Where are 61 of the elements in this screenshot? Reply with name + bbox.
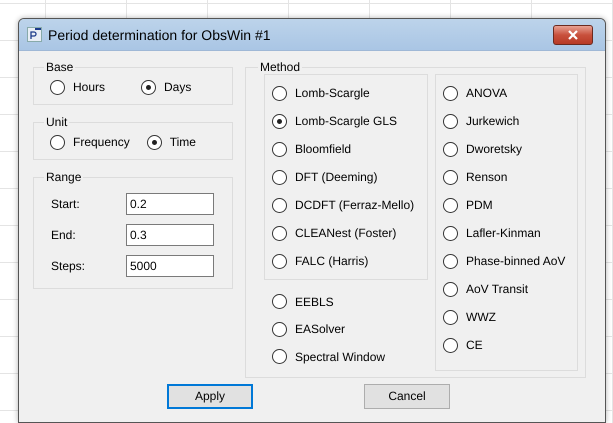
radio-option[interactable]: EASolver xyxy=(272,316,428,343)
group-label: Base xyxy=(45,60,74,74)
radio-label: Jurkewich xyxy=(466,114,520,128)
radio-label: Hours xyxy=(73,80,106,94)
radio-label: DCDFT (Ferraz-Mello) xyxy=(295,198,414,212)
radio-option[interactable]: DFT (Deeming) xyxy=(272,163,421,191)
group-label: Range xyxy=(45,170,82,184)
radio-label: FALC (Harris) xyxy=(295,254,368,268)
radio-option[interactable]: DCDFT (Ferraz-Mello) xyxy=(272,191,421,219)
field-label: Start: xyxy=(50,196,81,210)
radio-option[interactable]: Dworetsky xyxy=(443,135,571,163)
radio-option[interactable]: FALC (Harris) xyxy=(272,247,421,275)
radio-option[interactable]: CE xyxy=(443,331,571,359)
radio-label: Time xyxy=(170,135,196,149)
radio-option[interactable]: Days xyxy=(141,76,192,98)
radio-label: EASolver xyxy=(295,322,346,336)
radio-label: WWZ xyxy=(466,310,496,324)
radio-label: Dworetsky xyxy=(466,142,522,156)
field-label: End: xyxy=(50,228,77,242)
group-label: Unit xyxy=(45,115,68,129)
radio-option[interactable]: EEBLS xyxy=(272,288,428,316)
radio-label: Phase-binned AoV xyxy=(466,254,566,268)
radio-label: EEBLS xyxy=(295,294,334,309)
radio-option[interactable]: Lafler-Kinman xyxy=(443,219,571,247)
input-field[interactable]: 0.3 xyxy=(126,224,214,246)
radio-option[interactable]: ANOVA xyxy=(443,79,571,107)
radio-label: CE xyxy=(466,338,483,352)
radio-option[interactable]: Phase-binned AoV xyxy=(443,247,571,275)
radio-label: AoV Transit xyxy=(466,282,528,296)
radio-option[interactable]: WWZ xyxy=(443,303,571,331)
input-field[interactable]: 0.2 xyxy=(126,192,214,214)
radio-option[interactable]: Lomb-Scargle xyxy=(272,79,421,107)
radio-option[interactable]: Bloomfield xyxy=(272,135,421,163)
apply-button[interactable]: Apply xyxy=(167,384,253,408)
radio-label: Bloomfield xyxy=(295,142,352,156)
radio-option[interactable]: Jurkewich xyxy=(443,107,571,135)
field-label: Steps: xyxy=(50,258,86,272)
group-label: Method xyxy=(259,60,302,74)
radio-option[interactable]: Frequency xyxy=(50,131,130,153)
radio-label: Spectral Window xyxy=(295,350,386,364)
radio-option[interactable]: Time xyxy=(146,131,196,153)
radio-option[interactable]: Hours xyxy=(50,76,106,98)
radio-option[interactable]: Renson xyxy=(443,163,571,191)
radio-label: ANOVA xyxy=(466,86,508,100)
radio-label: Lafler-Kinman xyxy=(466,226,541,240)
radio-option[interactable]: Spectral Window xyxy=(272,343,428,370)
radio-label: DFT (Deeming) xyxy=(295,170,378,184)
radio-label: Renson xyxy=(466,170,508,184)
radio-label: CLEANest (Foster) xyxy=(295,226,396,240)
radio-label: Frequency xyxy=(73,135,130,149)
radio-label: Days xyxy=(164,80,192,94)
radio-option[interactable]: CLEANest (Foster) xyxy=(272,219,421,247)
radio-label: PDM xyxy=(466,198,493,212)
radio-label: Lomb-Scargle GLS xyxy=(295,114,398,128)
input-field[interactable]: 5000 xyxy=(126,254,214,276)
radio-label: Lomb-Scargle xyxy=(295,86,370,100)
radio-option[interactable]: AoV Transit xyxy=(443,275,571,303)
radio-option[interactable]: PDM xyxy=(443,191,571,219)
cancel-button[interactable]: Cancel xyxy=(364,384,450,408)
window-title: Period determination for ObsWin #1 xyxy=(48,26,272,42)
radio-option[interactable]: Lomb-Scargle GLS xyxy=(272,107,421,135)
